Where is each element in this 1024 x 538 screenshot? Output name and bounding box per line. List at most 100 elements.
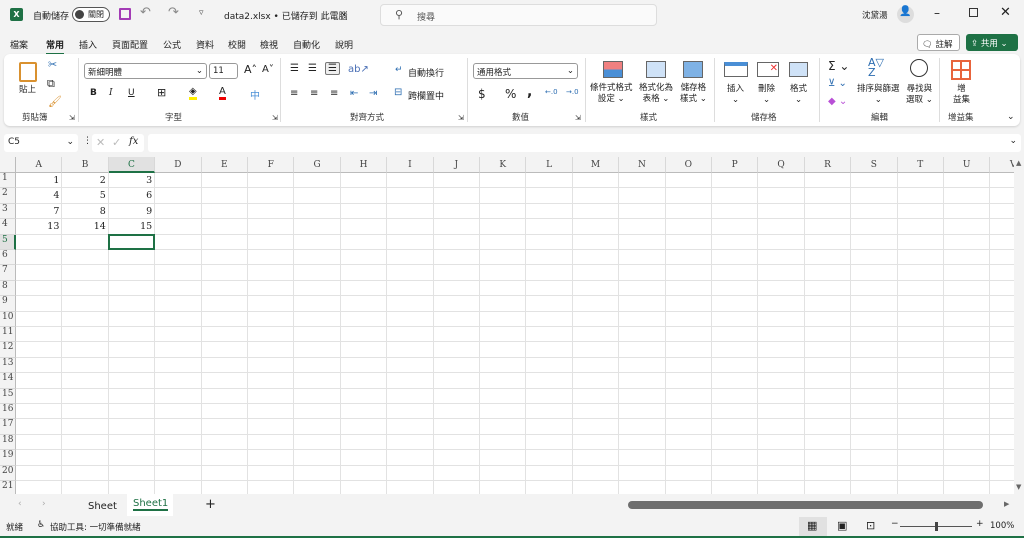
cell-U8[interactable] <box>944 280 991 297</box>
cell-L7[interactable] <box>526 265 573 281</box>
cell-Q18[interactable] <box>758 434 805 451</box>
cell-D15[interactable] <box>155 388 202 404</box>
cell-J15[interactable] <box>433 388 480 404</box>
cell-D16[interactable] <box>155 404 202 420</box>
cell-M10[interactable] <box>572 311 620 327</box>
cell-Q1[interactable] <box>758 173 805 189</box>
cell-H8[interactable] <box>340 280 388 297</box>
cell-Q15[interactable] <box>758 388 805 404</box>
cell-L1[interactable] <box>526 173 573 189</box>
cell-I11[interactable] <box>387 327 434 343</box>
cell-D7[interactable] <box>155 265 202 281</box>
spreadsheet-grid[interactable]: A B C D E F G H I J K L M N O P Q R S T U V 1 1 2 3 2 4 5 6 3 7 8 9 4 13 14 1… <box>0 157 1014 494</box>
fill-icon[interactable]: ⊻ ⌄ <box>828 78 847 89</box>
cell-A9[interactable] <box>16 296 63 312</box>
cell-C6[interactable] <box>108 250 156 266</box>
cell-E20[interactable] <box>201 465 248 481</box>
cell-D6[interactable] <box>155 250 202 266</box>
cell-R15[interactable] <box>804 388 852 404</box>
row-header[interactable]: 8 <box>0 280 16 297</box>
cell-S9[interactable] <box>851 296 898 312</box>
decrease-font-icon[interactable]: A˅ <box>262 64 274 75</box>
cell-V5[interactable] <box>990 235 1014 250</box>
cell-R14[interactable] <box>804 373 852 389</box>
cell-T21[interactable] <box>898 481 944 494</box>
cell-H10[interactable] <box>340 311 388 327</box>
cell-B18[interactable] <box>62 434 109 451</box>
cell-G18[interactable] <box>294 434 341 451</box>
cell-F5[interactable] <box>248 234 295 250</box>
cell-C1[interactable]: 3 <box>108 173 156 189</box>
cell-V12[interactable] <box>990 342 1014 358</box>
column-header-I[interactable]: I <box>387 157 434 173</box>
cell-I20[interactable] <box>387 465 434 481</box>
redo-icon[interactable]: ↷ <box>168 5 179 20</box>
cell-R10[interactable] <box>804 311 852 327</box>
cell-R8[interactable] <box>804 280 852 297</box>
cell-I6[interactable] <box>387 250 434 266</box>
cell-U16[interactable] <box>944 404 991 420</box>
row-header[interactable]: 12 <box>0 342 16 358</box>
cell-L8[interactable] <box>526 280 573 297</box>
cell-V18[interactable] <box>990 435 1014 451</box>
name-box[interactable]: C5 ⌄ <box>4 134 78 152</box>
cell-L19[interactable] <box>526 450 573 466</box>
cell-P5[interactable] <box>712 234 759 250</box>
cell-G16[interactable] <box>294 404 341 420</box>
cell-T2[interactable] <box>897 188 944 204</box>
font-color-icon[interactable]: A <box>219 86 226 100</box>
column-header-V[interactable]: V <box>990 157 1014 173</box>
cell-R6[interactable] <box>804 250 852 266</box>
cell-E4[interactable] <box>201 219 248 235</box>
cell-S14[interactable] <box>851 373 898 389</box>
wrap-text-button[interactable]: 自動換行 <box>408 66 444 79</box>
cell-D4[interactable] <box>155 219 202 235</box>
cell-L6[interactable] <box>526 250 573 266</box>
cell-E19[interactable] <box>201 450 248 466</box>
cell-P9[interactable] <box>712 296 759 312</box>
cell-V15[interactable] <box>990 389 1014 404</box>
cell-E21[interactable] <box>202 481 248 494</box>
cell-I13[interactable] <box>387 357 434 374</box>
cell-B4[interactable]: 14 <box>62 219 109 235</box>
format-as-table-button[interactable]: 格式化為 表格 ⌄ <box>639 83 673 105</box>
cell-P13[interactable] <box>712 357 759 374</box>
cell-B7[interactable] <box>62 265 109 281</box>
cell-H17[interactable] <box>340 419 388 435</box>
column-header-F[interactable]: F <box>248 157 295 173</box>
cell-C13[interactable] <box>108 357 156 374</box>
row-header[interactable]: 21 <box>0 481 16 494</box>
cell-Q10[interactable] <box>758 311 805 327</box>
cell-A20[interactable] <box>16 465 63 481</box>
cell-K9[interactable] <box>480 296 527 312</box>
cell-G13[interactable] <box>294 357 341 374</box>
italic-button[interactable]: I <box>109 88 113 98</box>
cell-H19[interactable] <box>340 450 388 466</box>
format-painter-icon[interactable]: 🖌 <box>48 95 62 108</box>
cell-E11[interactable] <box>201 327 248 343</box>
cell-M7[interactable] <box>572 265 620 281</box>
cell-E17[interactable] <box>201 419 248 435</box>
sort-filter-button[interactable]: 排序與篩選 ⌄ <box>857 84 900 106</box>
cell-E16[interactable] <box>201 404 248 420</box>
cell-E13[interactable] <box>201 357 248 374</box>
cell-S2[interactable] <box>851 188 898 204</box>
cell-M9[interactable] <box>572 296 620 312</box>
cell-V3[interactable] <box>990 204 1014 220</box>
cell-U20[interactable] <box>944 465 991 481</box>
cell-V17[interactable] <box>990 419 1014 435</box>
cell-T4[interactable] <box>897 219 944 235</box>
autosave-toggle[interactable]: 關閉 <box>72 7 110 22</box>
cell-H2[interactable] <box>340 188 388 204</box>
cell-J11[interactable] <box>433 327 480 343</box>
cell-T1[interactable] <box>897 173 944 189</box>
cell-F6[interactable] <box>248 250 295 266</box>
cell-J18[interactable] <box>433 434 480 451</box>
cell-T14[interactable] <box>897 373 944 389</box>
cell-H12[interactable] <box>340 342 388 358</box>
cell-M15[interactable] <box>572 388 620 404</box>
avatar[interactable]: 👤 <box>897 6 914 23</box>
cell-O19[interactable] <box>665 450 712 466</box>
row-header[interactable]: 9 <box>0 296 16 312</box>
cell-I9[interactable] <box>387 296 434 312</box>
